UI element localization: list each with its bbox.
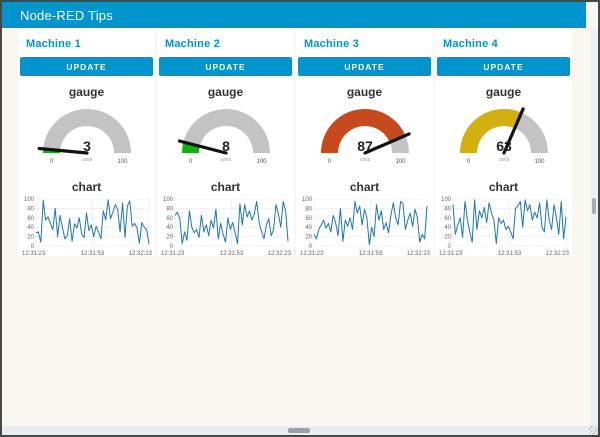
svg-text:12:31:23: 12:31:23 (22, 251, 46, 257)
vertical-scrollbar-track[interactable] (590, 28, 598, 428)
gauge-widget: 8 units 0 100 (164, 101, 288, 171)
svg-text:12:32:23: 12:32:23 (267, 251, 291, 257)
svg-text:units: units (220, 157, 231, 163)
svg-text:12:31:23: 12:31:23 (300, 251, 324, 257)
svg-text:100: 100 (301, 197, 312, 203)
svg-text:0: 0 (49, 159, 53, 165)
machine-panel: Machine 3 UPDATE gauge 87 units 0 100 chart… (296, 30, 433, 256)
gauge-widget-title: gauge (157, 85, 294, 99)
machine-title: Machine 2 (157, 30, 294, 55)
svg-text:0: 0 (466, 159, 470, 165)
chart-widget: 0 20 40 60 80 100 12:31:23 12:31:53 12:32:23 (160, 196, 292, 260)
chart-widget: 0 20 40 60 80 100 12:31:23 12:31:53 12:32:23 (299, 196, 431, 260)
svg-text:100: 100 (440, 197, 451, 203)
svg-text:80: 80 (305, 206, 312, 212)
chart-widget-title: chart (157, 180, 294, 194)
gauge-widget-title: gauge (296, 85, 433, 99)
svg-text:12:32:23: 12:32:23 (128, 251, 152, 257)
svg-text:12:31:53: 12:31:53 (497, 251, 521, 257)
svg-text:units: units (498, 157, 509, 163)
svg-text:12:31:53: 12:31:53 (80, 251, 104, 257)
svg-text:60: 60 (444, 216, 451, 222)
svg-text:0: 0 (169, 244, 173, 250)
app-window: Node-RED Tips Machine 1 UPDATE gauge 3 un… (0, 0, 600, 437)
svg-text:12:31:53: 12:31:53 (358, 251, 382, 257)
svg-text:100: 100 (395, 159, 406, 165)
app-title: Node-RED Tips (20, 8, 113, 23)
svg-text:0: 0 (327, 159, 331, 165)
vertical-scrollbar-thumb[interactable] (592, 198, 596, 214)
svg-text:87: 87 (357, 138, 373, 154)
machine-panel: Machine 2 UPDATE gauge 8units0100 chart … (157, 30, 294, 256)
svg-text:12:31:53: 12:31:53 (219, 251, 243, 257)
svg-text:63: 63 (496, 138, 512, 154)
svg-text:units: units (359, 157, 370, 163)
svg-text:12:31:23: 12:31:23 (439, 251, 463, 257)
machine-panel: Machine 1 UPDATE gauge 3units0100 chart … (18, 30, 155, 256)
svg-text:units: units (81, 157, 92, 163)
gauge-widget-title: gauge (435, 85, 572, 99)
chart-widget: 0 20 40 60 80 100 12:31:23 12:31:53 12:32:23 (438, 196, 570, 260)
horizontal-scrollbar-thumb[interactable] (288, 428, 310, 433)
chart-widget-title: chart (435, 180, 572, 194)
svg-text:80: 80 (27, 206, 34, 212)
svg-text:12:32:23: 12:32:23 (406, 251, 430, 257)
svg-text:0: 0 (308, 244, 312, 250)
svg-text:60: 60 (305, 216, 312, 222)
svg-text:8: 8 (222, 138, 230, 154)
chart-widget-title: chart (18, 180, 155, 194)
update-button[interactable]: UPDATE (159, 57, 292, 76)
svg-text:12:31:23: 12:31:23 (161, 251, 185, 257)
svg-text:0: 0 (188, 159, 192, 165)
svg-text:100: 100 (162, 197, 173, 203)
gauge-widget-title: gauge (18, 85, 155, 99)
svg-text:20: 20 (27, 235, 34, 241)
gauge-widget: 3 units 0 100 (25, 101, 149, 171)
window-resize-grip-icon[interactable] (589, 426, 598, 435)
update-button[interactable]: UPDATE (437, 57, 570, 76)
chart-widget: 0 20 40 60 80 100 12:31:23 12:31:53 12:32:23 (21, 196, 153, 260)
machine-title: Machine 1 (18, 30, 155, 55)
svg-text:20: 20 (166, 235, 173, 241)
horizontal-scrollbar-track[interactable] (2, 426, 598, 435)
machine-panels-row: Machine 1 UPDATE gauge 3units0100 chart … (18, 30, 572, 256)
update-button[interactable]: UPDATE (20, 57, 153, 76)
gauge-widget: 87 units 0 100 (303, 101, 427, 171)
svg-text:12:32:23: 12:32:23 (545, 251, 569, 257)
machine-panel: Machine 4 UPDATE gauge 63 units 0 100 chart… (435, 30, 572, 256)
update-button[interactable]: UPDATE (298, 57, 431, 76)
svg-text:0: 0 (30, 244, 34, 250)
svg-text:3: 3 (83, 138, 91, 154)
svg-text:0: 0 (447, 244, 451, 250)
svg-text:20: 20 (305, 235, 312, 241)
svg-text:40: 40 (166, 225, 173, 231)
svg-text:80: 80 (444, 206, 451, 212)
svg-text:60: 60 (166, 216, 173, 222)
machine-title: Machine 4 (435, 30, 572, 55)
svg-text:40: 40 (444, 225, 451, 231)
svg-text:100: 100 (23, 197, 34, 203)
app-header: Node-RED Tips (2, 2, 586, 28)
svg-text:100: 100 (117, 159, 128, 165)
svg-text:40: 40 (27, 225, 34, 231)
machine-title: Machine 3 (296, 30, 433, 55)
svg-text:80: 80 (166, 206, 173, 212)
svg-text:40: 40 (305, 225, 312, 231)
svg-text:100: 100 (256, 159, 267, 165)
svg-text:100: 100 (534, 159, 545, 165)
chart-widget-title: chart (296, 180, 433, 194)
svg-text:20: 20 (444, 235, 451, 241)
gauge-widget: 63 units 0 100 (442, 101, 566, 171)
svg-text:60: 60 (27, 216, 34, 222)
